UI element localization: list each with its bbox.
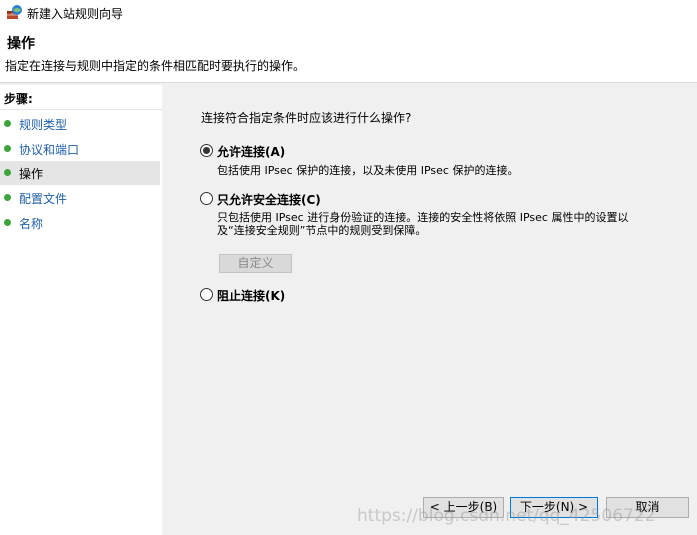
block-connection-radio[interactable]	[200, 288, 213, 301]
step-dot-icon	[4, 219, 11, 226]
sidebar-step-profile[interactable]: 配置文件	[0, 186, 160, 210]
title-bar: 新建入站规则向导	[0, 0, 697, 26]
sidebar-step-name[interactable]: 名称	[0, 211, 160, 235]
step-label: 规则类型	[19, 118, 68, 132]
allow-secure-label[interactable]: 只允许安全连接(C)	[217, 191, 321, 208]
watermark-text: https://blog.csdn.net/qq_42506722	[357, 506, 656, 526]
allow-connection-radio[interactable]	[200, 144, 213, 157]
allow-connection-label[interactable]: 允许连接(A)	[217, 143, 285, 160]
wizard-header: 操作 指定在连接与规则中指定的条件相匹配时要执行的操作。	[0, 26, 697, 83]
step-dot-icon	[4, 194, 11, 201]
step-dot-icon	[4, 169, 11, 176]
window-title: 新建入站规则向导	[27, 7, 124, 21]
sidebar-step-action[interactable]: 操作	[0, 161, 160, 185]
step-dot-icon	[4, 145, 11, 152]
allow-connection-description: 包括使用 IPsec 保护的连接，以及未使用 IPsec 保护的连接。	[217, 164, 519, 177]
customize-button[interactable]: 自定义	[219, 254, 292, 273]
action-question: 连接符合指定条件时应该进行什么操作?	[201, 111, 412, 125]
firewall-wizard-icon	[7, 5, 22, 19]
step-label: 协议和端口	[19, 143, 80, 157]
step-label: 操作	[19, 167, 44, 181]
steps-sidebar: 步骤: 规则类型 协议和端口 操作 配置文件 名称	[0, 85, 162, 535]
step-dot-icon	[4, 120, 11, 127]
divider	[0, 109, 162, 110]
page-subtitle: 指定在连接与规则中指定的条件相匹配时要执行的操作。	[5, 59, 306, 73]
sidebar-step-protocol-port[interactable]: 协议和端口	[0, 137, 160, 161]
allow-secure-radio[interactable]	[200, 192, 213, 205]
allow-secure-description: 只包括使用 IPsec 进行身份验证的连接。连接的安全性将依照 IPsec 属性…	[217, 211, 629, 237]
steps-heading: 步骤:	[4, 92, 33, 106]
step-label: 配置文件	[19, 192, 68, 206]
action-panel: 连接符合指定条件时应该进行什么操作? 允许连接(A) 包括使用 IPsec 保护…	[165, 85, 697, 535]
page-title: 操作	[7, 36, 35, 52]
sidebar-step-rule-type[interactable]: 规则类型	[0, 112, 160, 136]
block-connection-label[interactable]: 阻止连接(K)	[217, 287, 285, 304]
step-label: 名称	[19, 217, 44, 231]
